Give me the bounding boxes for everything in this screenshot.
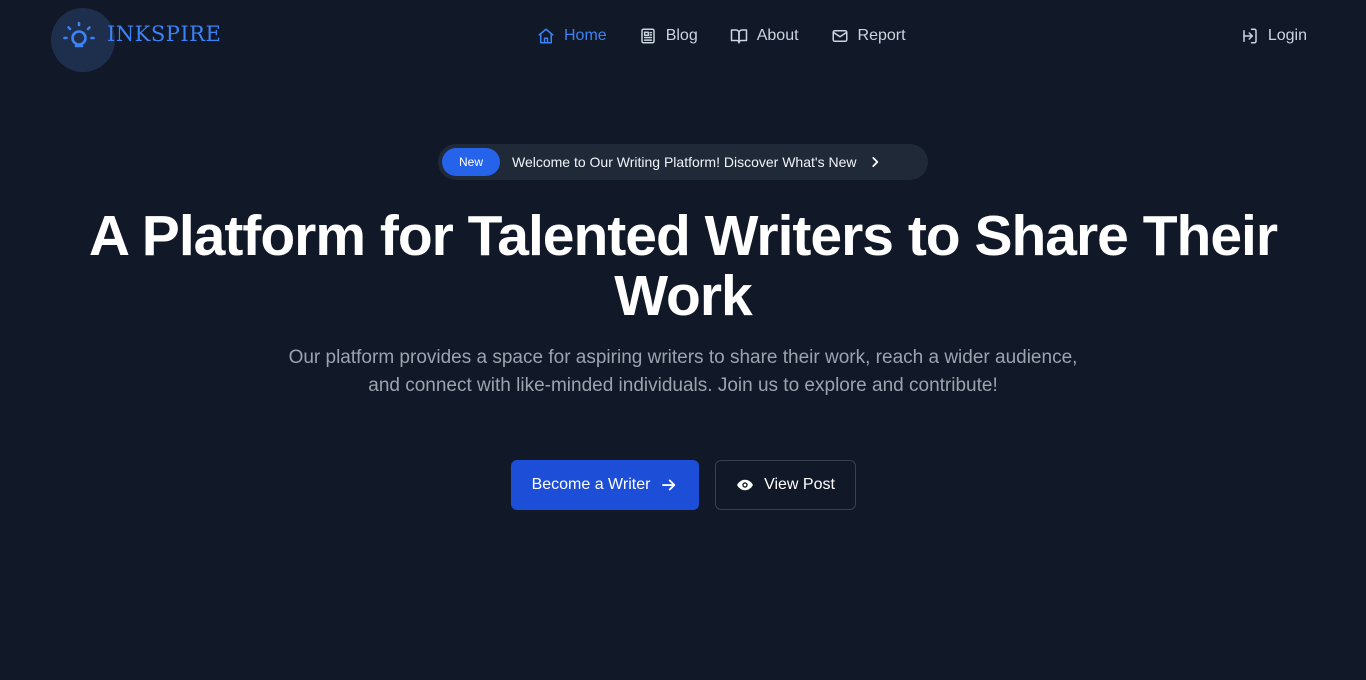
- mail-icon: [832, 30, 848, 42]
- newspaper-icon: [640, 28, 655, 44]
- nav-label-blog: Blog: [665, 27, 698, 44]
- become-writer-label: Become a Writer: [531, 476, 651, 493]
- nav-label-home: Home: [564, 27, 607, 44]
- new-badge: New: [442, 148, 500, 176]
- login-icon: [1243, 28, 1257, 44]
- main-nav: Home Blog About Report: [537, 24, 906, 48]
- nav-item-home[interactable]: Home: [537, 24, 607, 48]
- home-icon: [538, 28, 554, 44]
- page: INKSPIRE Home Blog About Report Login Ne…: [0, 0, 1366, 680]
- eye-icon: [737, 479, 753, 491]
- view-post-button[interactable]: View Post: [715, 460, 856, 510]
- login-label: Login: [1267, 27, 1307, 44]
- brand-name: INKSPIRE: [107, 22, 222, 46]
- login-link[interactable]: Login: [1241, 24, 1307, 48]
- nav-label-report: Report: [857, 27, 906, 44]
- become-writer-button[interactable]: Become a Writer: [511, 460, 699, 510]
- nav-item-about[interactable]: About: [730, 24, 799, 48]
- nav-item-report[interactable]: Report: [831, 24, 906, 48]
- nav-item-blog[interactable]: Blog: [639, 24, 698, 48]
- chevron-right-icon: [872, 157, 879, 167]
- lightbulb-icon: [63, 21, 95, 48]
- arrow-right-icon: [662, 479, 676, 491]
- announcement-text: Welcome to Our Writing Platform! Discove…: [512, 154, 857, 170]
- announcement-pill[interactable]: New Welcome to Our Writing Platform! Dis…: [438, 144, 928, 180]
- book-open-icon: [730, 29, 747, 44]
- hero-title: A Platform for Talented Writers to Share…: [88, 204, 1278, 328]
- hero-subtitle: Our platform provides a space for aspiri…: [288, 347, 1078, 396]
- nav-label-about: About: [756, 27, 799, 44]
- view-post-label: View Post: [764, 476, 835, 493]
